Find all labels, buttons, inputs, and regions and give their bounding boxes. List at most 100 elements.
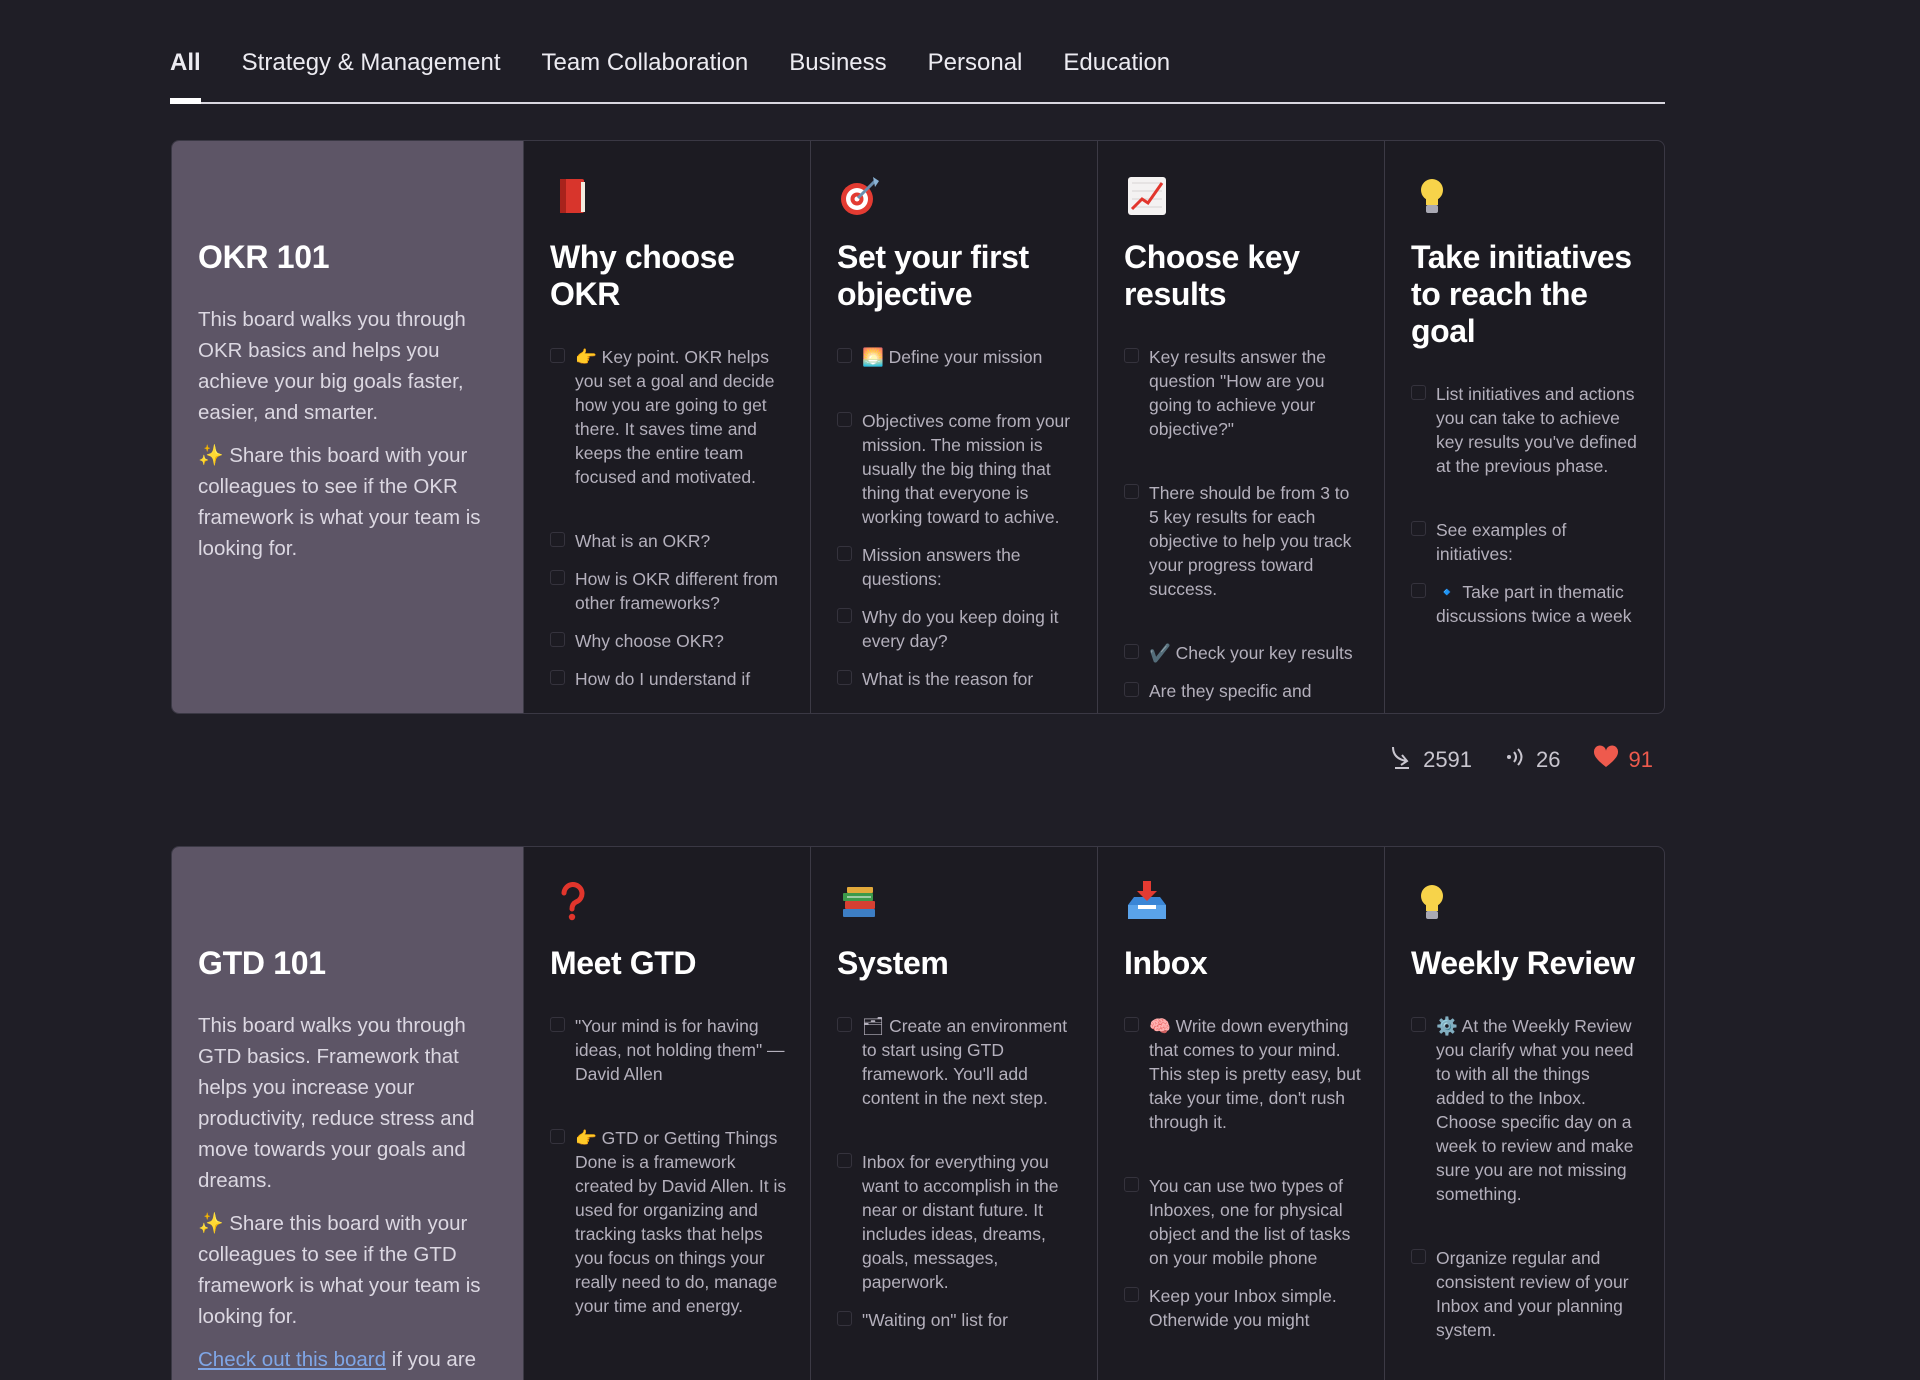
list-item[interactable]: See examples of initiatives: [1411, 518, 1642, 566]
category-tabs: All Strategy & Management Team Collabora… [170, 44, 1665, 104]
tab-education[interactable]: Education [1063, 44, 1170, 102]
tab-strategy-management[interactable]: Strategy & Management [242, 44, 501, 102]
checkbox[interactable] [1411, 583, 1426, 598]
board-column: Inbox 🧠 Write down everything that comes… [1097, 847, 1384, 1380]
checkbox[interactable] [1411, 1249, 1426, 1264]
checkbox[interactable] [1411, 1017, 1426, 1032]
checkbox[interactable] [550, 1017, 565, 1032]
books-icon [837, 879, 883, 925]
checkbox[interactable] [837, 348, 852, 363]
checkbox[interactable] [1124, 1017, 1139, 1032]
checkbox[interactable] [1124, 682, 1139, 697]
checkbox[interactable] [1124, 644, 1139, 659]
board-card-gtd[interactable]: GTD 101 This board walks you through GTD… [171, 846, 1665, 1380]
board-card-okr[interactable]: OKR 101 This board walks you through OKR… [171, 140, 1665, 714]
checkbox[interactable] [1124, 1177, 1139, 1192]
list-item[interactable]: There should be from 3 to 5 key results … [1124, 481, 1362, 601]
board-column: Choose key results Key results answer th… [1097, 141, 1384, 713]
heart-icon [1593, 745, 1619, 775]
board-link[interactable]: Check out this board [198, 1348, 386, 1371]
list-item[interactable]: "Your mind is for having ideas, not hold… [550, 1014, 788, 1086]
board-intro: OKR 101 This board walks you through OKR… [172, 141, 523, 713]
list-item[interactable]: 🗂 Create an environment to start using G… [837, 1014, 1075, 1110]
target-icon [837, 173, 883, 219]
list-item[interactable]: 🌅 Define your mission [837, 345, 1075, 369]
column-title: System [837, 945, 949, 981]
checkbox[interactable] [837, 1017, 852, 1032]
inbox-icon [1124, 879, 1170, 925]
checkbox[interactable] [550, 570, 565, 585]
list-item[interactable]: List initiatives and actions you can tak… [1411, 382, 1642, 478]
question-icon [550, 879, 596, 925]
board-description: This board walks you through GTD basics.… [198, 1014, 481, 1371]
tab-personal[interactable]: Personal [928, 44, 1023, 102]
tab-business[interactable]: Business [789, 44, 886, 102]
board-column: Meet GTD "Your mind is for having ideas,… [523, 847, 810, 1380]
board-title: GTD 101 [198, 945, 326, 981]
board-column: Weekly Review ⚙️ At the Weekly Review yo… [1384, 847, 1664, 1380]
board-title: OKR 101 [198, 239, 330, 275]
list-item[interactable]: Why choose OKR? [550, 629, 788, 653]
checkbox[interactable] [1411, 521, 1426, 536]
book-icon [550, 173, 596, 219]
checkbox[interactable] [550, 348, 565, 363]
list-item[interactable]: 👉 GTD or Getting Things Done is a framew… [550, 1126, 788, 1318]
checkbox[interactable] [550, 670, 565, 685]
list-item[interactable]: How do I understand if [550, 667, 788, 691]
board-column: System 🗂 Create an environment to start … [810, 847, 1097, 1380]
board-stats: 2591 26 91 [1389, 744, 1653, 776]
broadcast-icon [1504, 746, 1526, 774]
list-item[interactable]: You can use two types of Inboxes, one fo… [1124, 1174, 1362, 1270]
list-item[interactable]: Inbox for everything you want to accompl… [837, 1150, 1075, 1294]
list-item[interactable]: 👉 Key point. OKR helps you set a goal an… [550, 345, 788, 489]
checkbox[interactable] [837, 670, 852, 685]
board-column: Set your first objective 🌅 Define your m… [810, 141, 1097, 713]
column-title: Set your first objective [837, 239, 1029, 312]
list-item[interactable]: 🧠 Write down everything that comes to yo… [1124, 1014, 1362, 1134]
board-intro: GTD 101 This board walks you through GTD… [172, 847, 523, 1380]
list-item[interactable]: Organize regular and consistent review o… [1411, 1246, 1642, 1342]
copies-stat[interactable]: 2591 [1389, 744, 1472, 776]
checkbox[interactable] [1124, 1287, 1139, 1302]
checkbox[interactable] [837, 412, 852, 427]
checkbox[interactable] [550, 632, 565, 647]
checkbox[interactable] [550, 1129, 565, 1144]
checkbox[interactable] [837, 546, 852, 561]
list-item[interactable]: Why do you keep doing it every day? [837, 605, 1075, 653]
copy-icon [1389, 744, 1413, 776]
list-item[interactable]: What is an OKR? [550, 529, 788, 553]
list-item[interactable]: Keep your Inbox simple. Otherwide you mi… [1124, 1284, 1362, 1332]
checkbox[interactable] [837, 1153, 852, 1168]
checkbox[interactable] [1124, 348, 1139, 363]
checkbox[interactable] [550, 532, 565, 547]
list-item[interactable]: What is the reason for [837, 667, 1075, 691]
templates-page: All Strategy & Management Team Collabora… [0, 0, 1920, 1380]
likes-stat[interactable]: 91 [1593, 745, 1653, 775]
column-title: Take initiatives to reach the goal [1411, 239, 1632, 349]
checkbox[interactable] [1411, 385, 1426, 400]
list-item[interactable]: Are they specific and [1124, 679, 1362, 703]
list-item[interactable]: ✔️ Check your key results [1124, 641, 1362, 665]
list-item[interactable]: 🔹 Take part in thematic discussions twic… [1411, 580, 1642, 628]
list-item[interactable]: ⚙️ At the Weekly Review you clarify what… [1411, 1014, 1642, 1206]
list-item[interactable]: Key results answer the question "How are… [1124, 345, 1362, 441]
list-item[interactable]: Objectives come from your mission. The m… [837, 409, 1075, 529]
checkbox[interactable] [1124, 484, 1139, 499]
list-item[interactable]: How is OKR different from other framewor… [550, 567, 788, 615]
lightbulb-icon [1411, 879, 1457, 925]
board-column: Take initiatives to reach the goal List … [1384, 141, 1664, 713]
column-title: Meet GTD [550, 945, 697, 981]
comments-stat[interactable]: 26 [1504, 746, 1561, 774]
chart-icon [1124, 173, 1170, 219]
tab-team-collaboration[interactable]: Team Collaboration [541, 44, 748, 102]
lightbulb-icon [1411, 173, 1457, 219]
list-item[interactable]: "Waiting on" list for [837, 1308, 1075, 1332]
column-title: Inbox [1124, 945, 1208, 981]
checkbox[interactable] [837, 1311, 852, 1326]
list-item[interactable]: Mission answers the questions: [837, 543, 1075, 591]
checkbox[interactable] [837, 608, 852, 623]
column-title: Weekly Review [1411, 945, 1635, 981]
column-title: Why choose OKR [550, 239, 735, 312]
column-title: Choose key results [1124, 239, 1300, 312]
tab-all[interactable]: All [170, 44, 201, 104]
